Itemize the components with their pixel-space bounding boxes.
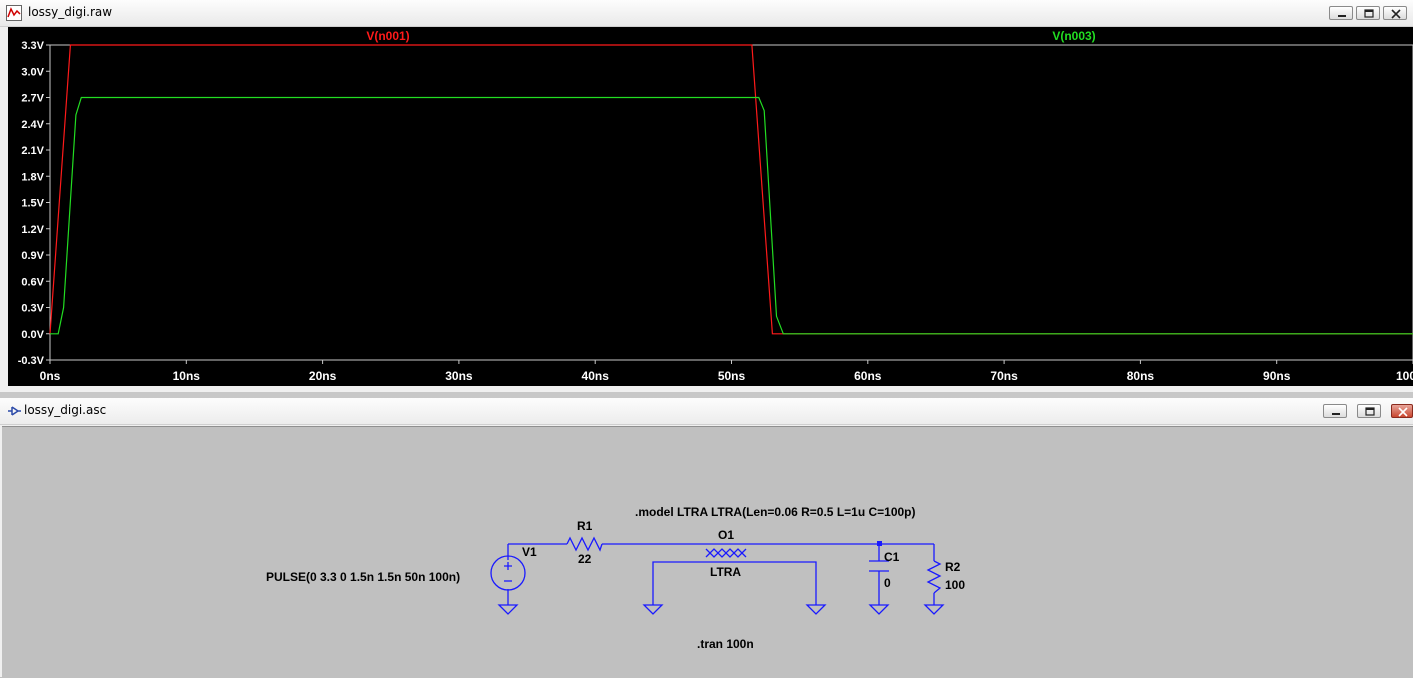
y-tick-label: -0.3V <box>18 355 45 367</box>
ground-icon <box>642 604 664 615</box>
ground-icon <box>497 604 519 615</box>
x-tick-label: 60ns <box>854 369 882 383</box>
y-tick-label: 1.2V <box>21 224 44 236</box>
y-tick-label: 1.8V <box>21 171 44 183</box>
plot-window-titlebar[interactable]: lossy_digi.raw <box>0 0 1413 27</box>
y-tick-label: 2.1V <box>21 145 44 157</box>
close-icon <box>1391 9 1401 19</box>
y-tick-label: 0.3V <box>21 303 44 315</box>
schematic-window-title: lossy_digi.asc <box>24 403 107 417</box>
x-tick-label: 40ns <box>582 369 610 383</box>
close-button[interactable] <box>1383 6 1407 20</box>
schematic-window: lossy_digi.asc V1 PULSE(0 3.3 0 1.5n 1.5… <box>0 398 1413 678</box>
tran-directive[interactable]: .tran 100n <box>697 637 754 651</box>
x-tick-label: 10ns <box>173 369 201 383</box>
trace-label[interactable]: V(n001) <box>366 29 409 43</box>
x-tick-label: 30ns <box>445 369 473 383</box>
x-tick-label: 50ns <box>718 369 746 383</box>
v1-label[interactable]: V1 <box>522 545 537 559</box>
minimize-button[interactable] <box>1323 404 1347 418</box>
x-tick-label: 70ns <box>990 369 1018 383</box>
voltage-source-icon[interactable] <box>490 555 526 591</box>
transmission-line-icon[interactable] <box>700 543 752 563</box>
r2-value[interactable]: 100 <box>945 578 965 592</box>
waveform-plot[interactable]: 3.3V 3.0V 2.7V 2.4V 2.1V 1.8V 1.5V 1.2V 0.9V 0.6V… <box>8 27 1413 386</box>
trace-vn001[interactable] <box>49 44 1413 335</box>
plot-frame <box>49 44 1413 361</box>
close-icon <box>1398 407 1408 417</box>
y-tick-label: 2.4V <box>21 119 44 131</box>
y-tick-label: 0.9V <box>21 250 44 262</box>
restore-button[interactable] <box>1357 404 1381 418</box>
trace-label[interactable]: V(n003) <box>1052 29 1095 43</box>
restore-icon <box>1364 9 1374 18</box>
restore-icon <box>1365 407 1375 416</box>
waveform-chart[interactable]: 3.3V 3.0V 2.7V 2.4V 2.1V 1.8V 1.5V 1.2V 0.9V 0.6V… <box>8 27 1413 386</box>
junction-dot <box>877 541 882 546</box>
wire <box>752 561 817 605</box>
c1-label[interactable]: C1 <box>884 550 900 564</box>
wire <box>652 561 700 605</box>
v1-value[interactable]: PULSE(0 3.3 0 1.5n 1.5n 50n 100n) <box>266 570 460 584</box>
plot-window-title: lossy_digi.raw <box>28 5 113 19</box>
r2-label[interactable]: R2 <box>945 560 961 574</box>
minimize-icon <box>1332 413 1340 415</box>
r1-value[interactable]: 22 <box>578 552 592 566</box>
schematic-canvas[interactable]: V1 PULSE(0 3.3 0 1.5n 1.5n 50n 100n) R1 … <box>2 426 1413 678</box>
o1-model[interactable]: LTRA <box>710 565 741 579</box>
trace-vn003[interactable] <box>50 96 1413 335</box>
schematic-drawing[interactable]: V1 PULSE(0 3.3 0 1.5n 1.5n 50n 100n) R1 … <box>2 427 1413 678</box>
y-tick-label: 0.0V <box>21 329 44 341</box>
x-tick-label: 0ns <box>40 369 61 383</box>
restore-button[interactable] <box>1356 6 1380 20</box>
c1-value[interactable]: 0 <box>884 576 891 590</box>
y-tick-label: 3.0V <box>21 66 44 78</box>
y-tick-label: 2.7V <box>21 93 44 105</box>
y-tick-label: 0.6V <box>21 276 44 288</box>
r1-label[interactable]: R1 <box>577 519 593 533</box>
minimize-icon <box>1338 15 1346 17</box>
ground-icon <box>923 604 945 615</box>
ground-icon <box>868 604 890 615</box>
resistor-r1-icon[interactable] <box>566 536 603 552</box>
plot-window: lossy_digi.raw 3.3V 3.0V 2.7V 2.4V 2.1V 1.8V 1… <box>0 0 1413 392</box>
x-tick-label: 80ns <box>1127 369 1155 383</box>
schematic-icon <box>8 406 21 416</box>
x-tick-label: 100ns <box>1396 369 1413 383</box>
y-tick-label: 1.5V <box>21 198 44 210</box>
model-directive[interactable]: .model LTRA LTRA(Len=0.06 R=0.5 L=1u C=1… <box>635 505 916 519</box>
minimize-button[interactable] <box>1329 6 1353 20</box>
ground-icon <box>805 604 827 615</box>
o1-label[interactable]: O1 <box>718 528 734 542</box>
resistor-r2-icon[interactable] <box>926 560 942 594</box>
waveform-icon <box>6 5 22 21</box>
close-button[interactable] <box>1391 404 1413 418</box>
x-tick-label: 20ns <box>309 369 337 383</box>
x-tick-label: 90ns <box>1263 369 1291 383</box>
y-tick-label: 3.3V <box>21 40 44 52</box>
schematic-window-titlebar[interactable]: lossy_digi.asc <box>0 398 1413 425</box>
